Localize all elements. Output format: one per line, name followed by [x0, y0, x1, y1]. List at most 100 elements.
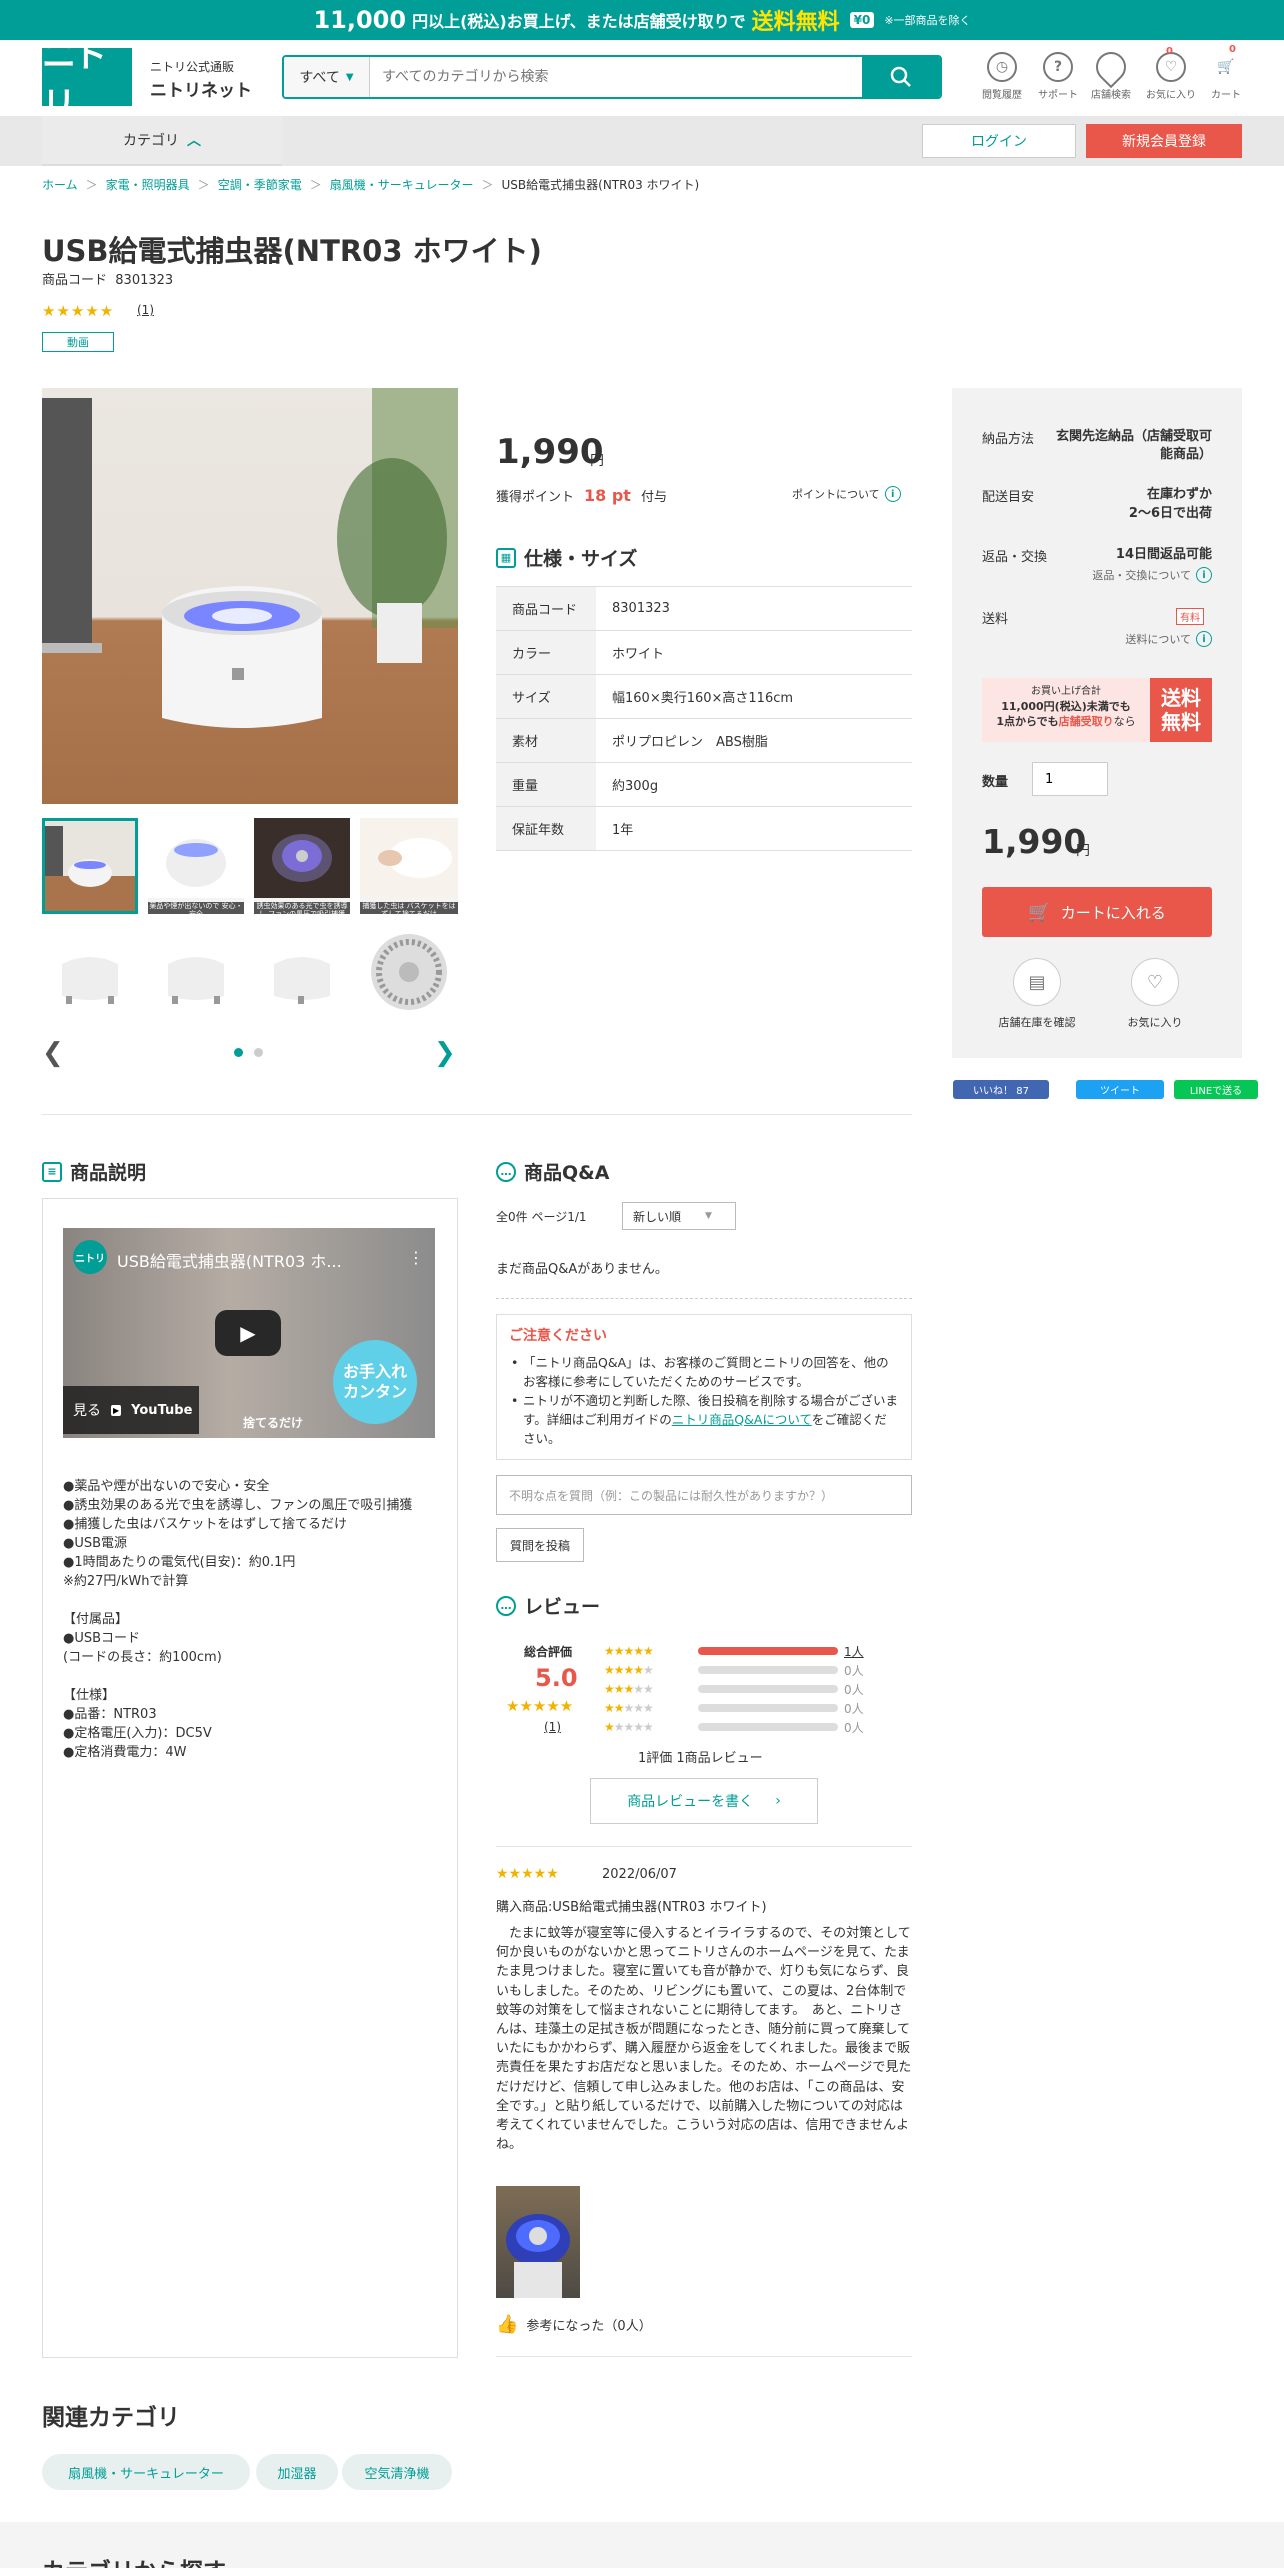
- add-to-cart-button[interactable]: 🛒 カートに入れる: [982, 887, 1212, 937]
- banner-amount: 11,000: [313, 6, 407, 34]
- breadcrumb-fans[interactable]: 扇風機・サーキュレーター: [330, 176, 474, 193]
- cart-link[interactable]: 🛒 0 カート: [1198, 44, 1254, 101]
- rating-row-count[interactable]: 1人: [844, 1643, 864, 1660]
- eta-label: 配送目安: [982, 490, 1035, 505]
- table-row: サイズ 幅160×奥行160×高さ116cm: [496, 674, 912, 719]
- qa-heading-label: 商品Q&A: [524, 1162, 610, 1184]
- youtube-label: YouTube: [131, 1402, 193, 1418]
- history-link[interactable]: ◷ 閲覧履歴: [974, 52, 1030, 101]
- gallery-dot-1[interactable]: [234, 1048, 243, 1057]
- free-shipping-banner[interactable]: お買い上げ合計 11,000円(税込)未満でも 1点からでも店舗受取りなら 送料…: [982, 678, 1212, 742]
- notice-item: 「ニトリ商品Q&A」は、お客様のご質問とニトリの回答を、他のお客様に参考にしてい…: [509, 1353, 899, 1391]
- store-search-link[interactable]: 店舗検索: [1083, 45, 1139, 101]
- rating-count-link[interactable]: (1): [137, 303, 154, 317]
- promo-banner[interactable]: 11,000 円以上(税込)お買上げ、または店舗受け取りで 送料無料 ¥0 ※一…: [0, 0, 1284, 40]
- rating-row-count: 0人: [844, 1720, 864, 1735]
- price-yen: 円: [590, 453, 604, 469]
- search-category-select[interactable]: すべて ▼: [284, 57, 370, 97]
- spec-value: 約300g: [596, 762, 912, 807]
- add-to-cart-label: カートに入れる: [1060, 903, 1166, 922]
- rating-bar: [698, 1723, 838, 1731]
- rating-row-count: 0人: [844, 1682, 864, 1697]
- brand-name[interactable]: ニトリネット: [150, 76, 252, 101]
- favorite-label: お気に入り: [1127, 1016, 1183, 1029]
- info-icon: i: [884, 486, 901, 502]
- register-button[interactable]: 新規会員登録: [1086, 124, 1242, 158]
- related-chip-humidifier[interactable]: 加湿器: [256, 2454, 338, 2490]
- qa-sort-select[interactable]: 新しい順 ▼: [622, 1202, 736, 1230]
- review-heading: … レビュー: [496, 1592, 600, 1619]
- rating-row-count: 0人: [844, 1701, 864, 1716]
- rating-row-4[interactable]: ★★★★★ 0人: [604, 1661, 864, 1679]
- rating-row-5[interactable]: ★★★★★ 1人: [604, 1642, 864, 1660]
- youtube-video[interactable]: ニトリ USB給電式捕虫器(NTR03 ホ... ⋮ ▶ お手入れ カンタン 見…: [63, 1228, 435, 1438]
- gallery-next-button[interactable]: ❯: [434, 1038, 456, 1068]
- help-icon: ?: [1043, 52, 1073, 82]
- eta-value-1: 在庫わずか: [1146, 487, 1212, 502]
- return-label: 返品・交換: [982, 550, 1048, 565]
- helpful-button[interactable]: 👍 参考になった（0人）: [496, 2314, 652, 2335]
- point-about-link[interactable]: ポイントについて i: [792, 486, 901, 502]
- rating-row-stars: ★★★★★: [604, 1701, 654, 1715]
- support-link[interactable]: ? サポート: [1030, 52, 1086, 101]
- write-review-button[interactable]: 商品レビューを書く ›: [590, 1778, 818, 1824]
- shipping-about-link[interactable]: 送料について i: [1125, 631, 1212, 647]
- thumbnail-3[interactable]: 誘虫効果のある光で虫を誘導し ファンの風圧で吸引捕獲: [254, 818, 350, 914]
- search-bar: すべて ▼: [282, 55, 942, 99]
- category-menu[interactable]: カテゴリ ︿: [42, 116, 282, 166]
- related-categories-heading: 関連カテゴリ: [42, 2405, 180, 2431]
- gallery-dot-2[interactable]: [254, 1048, 263, 1057]
- thumbnail-7[interactable]: [254, 924, 350, 1020]
- chat-icon: …: [496, 1595, 516, 1616]
- description-text: ●薬品や煙が出ないので安心・安全 ●誘虫効果のある光で虫を誘導し、ファンの風圧で…: [63, 1479, 413, 1760]
- rating-row-stars: ★★★★★: [604, 1663, 654, 1677]
- watch-label: 見る: [73, 1403, 101, 1419]
- rating-row-1[interactable]: ★★★★★ 0人: [604, 1718, 864, 1736]
- quantity-input[interactable]: [1032, 762, 1108, 796]
- favorite-button[interactable]: ♡: [1131, 958, 1179, 1006]
- related-chip-fans[interactable]: 扇風機・サーキュレーター: [42, 2454, 250, 2490]
- more-vert-icon[interactable]: ⋮: [408, 1248, 424, 1267]
- product-main-image[interactable]: [42, 388, 458, 804]
- facebook-like-button[interactable]: いいね！ 87: [953, 1080, 1049, 1099]
- return-about-link[interactable]: 返品・交換について i: [1092, 567, 1212, 583]
- thumbnail-6[interactable]: [148, 924, 244, 1020]
- qa-guide-link[interactable]: ニトリ商品Q&Aについて: [672, 1412, 812, 1427]
- search-input[interactable]: [370, 57, 862, 97]
- spec-key: カラー: [496, 630, 596, 675]
- thumbnail-2[interactable]: 薬品や煙が出ないので 安心・安全: [148, 818, 244, 914]
- favorites-link[interactable]: ♡ 0 お気に入り: [1143, 46, 1199, 101]
- line-share-button[interactable]: LINEで送る: [1174, 1080, 1258, 1099]
- thumbnail-8[interactable]: [360, 924, 458, 1020]
- watch-on-youtube[interactable]: 見る ▶ YouTube: [63, 1386, 199, 1434]
- quantity-label: 数量: [982, 775, 1009, 790]
- breadcrumb-seasonal[interactable]: 空調・季節家電: [218, 176, 302, 193]
- thumbnail-1[interactable]: [42, 818, 138, 914]
- question-input[interactable]: 不明な点を質問（例：この製品には耐久性がありますか？）: [496, 1475, 912, 1515]
- review-product: 購入商品:USB給電式捕虫器(NTR03 ホワイト): [496, 1900, 767, 1915]
- nitori-logo[interactable]: ニトリ: [42, 36, 132, 125]
- search-button[interactable]: [862, 57, 940, 97]
- breadcrumb-home[interactable]: ホーム: [42, 176, 78, 193]
- video-tag[interactable]: 動画: [42, 332, 114, 352]
- overall-count-link[interactable]: (1): [544, 1720, 561, 1734]
- thumbnail-5[interactable]: [42, 924, 138, 1020]
- play-button[interactable]: ▶: [215, 1310, 281, 1356]
- section-divider: [42, 1114, 912, 1115]
- post-question-button[interactable]: 質問を投稿: [496, 1528, 584, 1562]
- rating-row-3[interactable]: ★★★★★ 0人: [604, 1680, 864, 1698]
- breadcrumb-current: USB給電式捕虫器(NTR03 ホワイト): [501, 178, 700, 192]
- notice-list: 「ニトリ商品Q&A」は、お客様のご質問とニトリの回答を、他のお客様に参考にしてい…: [509, 1353, 899, 1448]
- tweet-button[interactable]: ツイート: [1076, 1080, 1164, 1099]
- related-chip-air-purifier[interactable]: 空気清浄機: [342, 2454, 452, 2490]
- gallery-prev-button[interactable]: ❮: [42, 1038, 64, 1068]
- shipping-paid-tag: 有料: [1176, 608, 1204, 625]
- review-photo[interactable]: [496, 2186, 580, 2298]
- store-stock-button[interactable]: ▤: [1013, 958, 1061, 1006]
- point-about-label: ポイントについて: [792, 488, 880, 501]
- thumbnail-4[interactable]: 捕獲した虫は バスケットをはずして捨てるだけ: [360, 818, 458, 914]
- rating-bar: [698, 1647, 838, 1655]
- rating-row-2[interactable]: ★★★★★ 0人: [604, 1699, 864, 1717]
- breadcrumb-appliances[interactable]: 家電・照明器具: [106, 176, 190, 193]
- login-button[interactable]: ログイン: [922, 124, 1076, 158]
